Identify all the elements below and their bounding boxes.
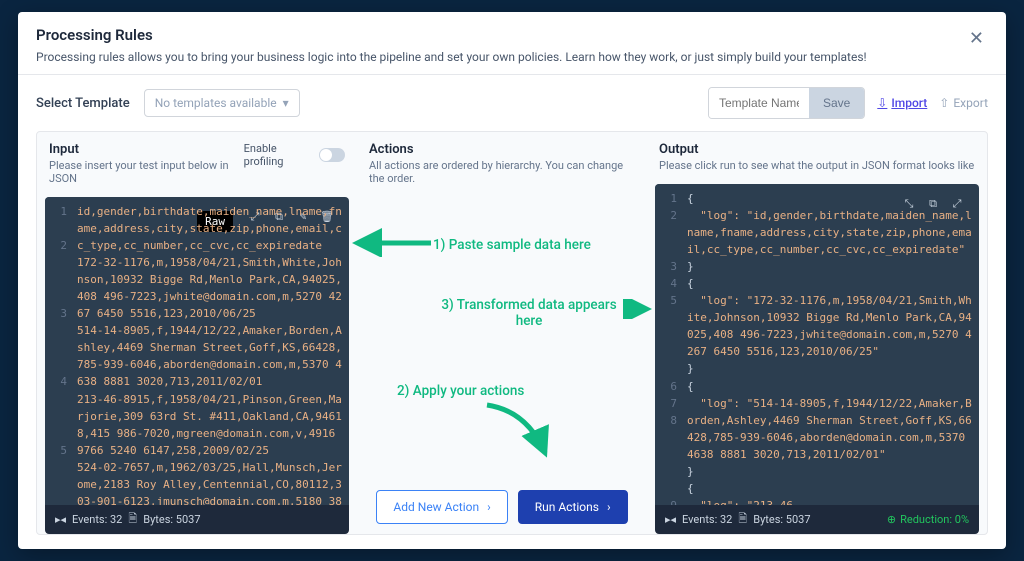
input-subtitle: Please insert your test input below in J… xyxy=(49,159,244,185)
import-link[interactable]: ⇩ Import xyxy=(877,96,927,110)
input-status-bar: ▸◂ Events: 32 🗎 Bytes: 5037 xyxy=(45,505,349,534)
chevron-right-icon: › xyxy=(607,500,611,514)
template-dropdown-text: No templates available xyxy=(155,96,277,110)
events-count: Events: 32 xyxy=(72,513,122,526)
output-code-pane[interactable]: ⤡ ⧉ ⤢ 1234567891011 { "log": "id,gender,… xyxy=(655,184,979,505)
reduction-icon: ⊕ xyxy=(887,513,896,526)
expand-handle-icon[interactable]: ▸◂ xyxy=(55,513,66,526)
save-button[interactable]: Save xyxy=(809,88,864,118)
events-count: Events: 32 xyxy=(682,513,732,526)
output-status-bar: ▸◂ Events: 32 🗎 Bytes: 5037 ⊕ Reduction:… xyxy=(655,505,979,534)
arrow-icon xyxy=(477,401,557,461)
input-column: Input Please insert your test input belo… xyxy=(37,132,357,534)
line-numbers: 123456 xyxy=(45,197,73,505)
add-new-action-button[interactable]: Add New Action › xyxy=(376,490,507,524)
modal-header: Processing Rules Processing rules allows… xyxy=(18,12,1006,75)
actions-subtitle: All actions are ordered by hierarchy. Yo… xyxy=(369,159,635,185)
import-icon: ⇩ xyxy=(877,96,887,110)
select-template-label: Select Template xyxy=(36,96,130,111)
reduction-label: ⊕ Reduction: 0% xyxy=(887,513,969,526)
annotation-2: 2) Apply your actions xyxy=(397,383,524,399)
processing-rules-modal: Processing Rules Processing rules allows… xyxy=(18,12,1006,549)
export-link[interactable]: ⇧ Export xyxy=(939,96,988,110)
export-icon: ⇧ xyxy=(939,96,949,110)
template-name-input[interactable] xyxy=(709,88,809,118)
modal-description: Processing rules allows you to bring you… xyxy=(36,50,867,64)
expand-handle-icon[interactable]: ▸◂ xyxy=(665,513,676,526)
file-icon: 🗎 xyxy=(738,510,747,529)
annotation-3: 3) Transformed data appearshere xyxy=(419,297,639,329)
actions-title: Actions xyxy=(369,142,635,157)
profiling-toggle[interactable] xyxy=(319,148,345,162)
input-code-pane[interactable]: Raw ⤢ ⧉ ✎ 🗑 123456 id,gender,birthdate,m… xyxy=(45,197,349,505)
bytes-count: Bytes: 5037 xyxy=(753,513,810,526)
template-row: Select Template No templates available ▾… xyxy=(18,75,1006,131)
modal-title: Processing Rules xyxy=(36,26,867,44)
file-icon: 🗎 xyxy=(128,510,137,529)
template-name-wrap: Save xyxy=(708,87,865,119)
template-dropdown[interactable]: No templates available ▾ xyxy=(144,89,300,117)
line-numbers: 1234567891011 xyxy=(655,184,683,505)
chevron-right-icon: › xyxy=(487,500,491,514)
input-code-body: id,gender,birthdate,maiden_name,lname,fn… xyxy=(73,197,349,505)
output-code-body: { "log": "id,gender,birthdate,maiden_nam… xyxy=(683,184,979,505)
actions-column: Actions All actions are ordered by hiera… xyxy=(357,132,647,534)
main-panel: Input Please insert your test input belo… xyxy=(36,131,988,535)
enable-profiling: Enable profiling xyxy=(244,142,345,168)
output-title: Output xyxy=(659,142,975,157)
annotation-1: 1) Paste sample data here xyxy=(433,237,591,253)
output-subtitle: Please click run to see what the output … xyxy=(659,159,975,172)
chevron-down-icon: ▾ xyxy=(283,96,289,110)
arrow-icon xyxy=(351,227,437,257)
close-icon[interactable]: ✕ xyxy=(965,26,988,51)
bytes-count: Bytes: 5037 xyxy=(143,513,200,526)
output-column: Output Please click run to see what the … xyxy=(647,132,987,534)
input-title: Input xyxy=(49,142,244,157)
run-actions-button[interactable]: Run Actions › xyxy=(518,490,628,524)
